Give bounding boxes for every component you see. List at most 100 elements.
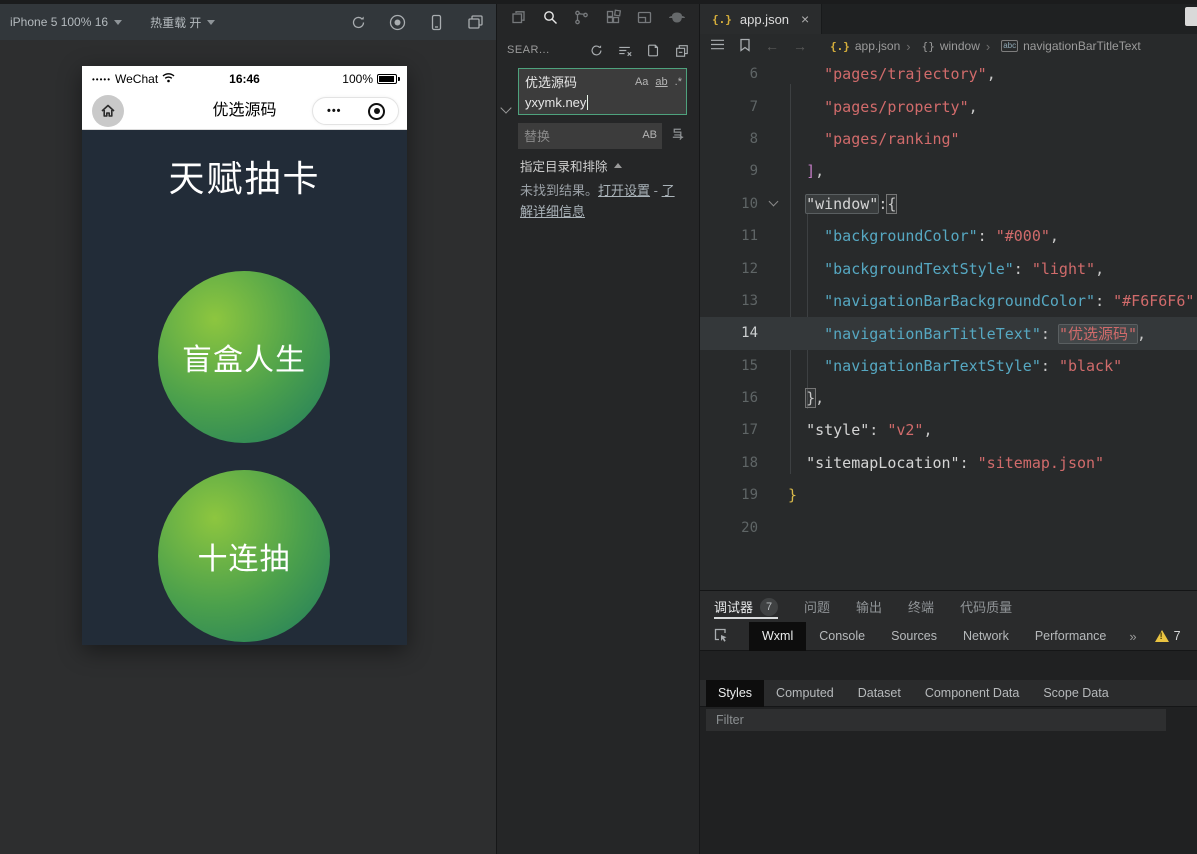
outline-list-icon[interactable] bbox=[710, 38, 725, 54]
search-query-line2: yxymk.ney bbox=[525, 95, 586, 110]
simulator-toolbar: iPhone 5 100% 16 热重载 开 bbox=[0, 4, 496, 40]
collapse-all-icon[interactable] bbox=[674, 43, 689, 58]
debugger-panel: 调试器7 问题输出终端代码质量 WxmlConsoleSourcesNetwork… bbox=[700, 590, 1197, 854]
json-file-icon: {.} bbox=[712, 13, 732, 26]
explorer-icon[interactable] bbox=[510, 9, 527, 31]
tab-app-json[interactable]: {.} app.json × bbox=[700, 4, 822, 34]
forward-arrow-icon[interactable]: → bbox=[793, 38, 807, 54]
debugger-tab[interactable]: 代码质量 bbox=[960, 591, 1012, 622]
code-line: 13 "navigationBarBackgroundColor": "#F6F… bbox=[700, 285, 1197, 317]
debugger-tab[interactable]: 输出 bbox=[856, 591, 882, 622]
inspector-tab[interactable]: Styles bbox=[706, 680, 764, 707]
code-line: 11 "backgroundColor": "#000", bbox=[700, 220, 1197, 252]
draw-button-ten[interactable]: 十连抽 bbox=[158, 470, 330, 642]
code-line: 6 "pages/trajectory", bbox=[700, 58, 1197, 90]
code-editor: {.} app.json × ← → {.} app.json {} wi bbox=[700, 0, 1197, 590]
window-top-strip bbox=[0, 0, 1197, 4]
hot-reload-selector[interactable]: 热重载 开 bbox=[150, 14, 215, 31]
code-line: 8 "pages/ranking" bbox=[700, 123, 1197, 155]
more-tabs-icon[interactable]: » bbox=[1129, 629, 1136, 644]
search-query-line1: 优选源码 bbox=[525, 72, 577, 91]
text-cursor bbox=[587, 95, 588, 110]
inspector-tab[interactable]: Component Data bbox=[913, 680, 1032, 707]
line-number: 10 bbox=[700, 196, 758, 212]
refresh-search-icon[interactable] bbox=[589, 43, 604, 58]
stop-icon[interactable] bbox=[389, 14, 406, 31]
back-arrow-icon[interactable]: ← bbox=[765, 38, 779, 54]
string-property-icon: abc bbox=[1001, 40, 1018, 52]
code-line: 9 ], bbox=[700, 155, 1197, 187]
devtools-tab[interactable]: Performance bbox=[1022, 622, 1120, 651]
devtools-tab[interactable]: Network bbox=[950, 622, 1022, 651]
code-line: 19} bbox=[700, 479, 1197, 511]
code-line: 14 "navigationBarTitleText": "优选源码", bbox=[700, 317, 1197, 349]
source-control-icon[interactable] bbox=[573, 9, 590, 31]
toggle-replace-button[interactable] bbox=[500, 102, 511, 113]
inspector-tab[interactable]: Computed bbox=[764, 680, 846, 707]
phone-icon[interactable] bbox=[428, 14, 445, 31]
phone-status-bar: ••••• WeChat 16:46 100% bbox=[82, 66, 407, 92]
debugger-tab[interactable]: 终端 bbox=[908, 591, 934, 622]
editor-tab-bar: {.} app.json × bbox=[700, 4, 1197, 34]
phone-simulator: ••••• WeChat 16:46 100% 优选源码 ••• bbox=[82, 66, 407, 645]
styles-filter-input[interactable] bbox=[706, 709, 1166, 731]
open-settings-link[interactable]: 打开设置 bbox=[598, 183, 650, 198]
whole-word-toggle[interactable]: ab bbox=[655, 76, 667, 88]
device-selector[interactable]: iPhone 5 100% 16 bbox=[10, 15, 122, 29]
inspector-tab[interactable]: Scope Data bbox=[1031, 680, 1120, 707]
code-line: 10 "window":{ bbox=[700, 188, 1197, 220]
extensions-icon[interactable] bbox=[605, 9, 622, 31]
exit-target-button[interactable] bbox=[356, 103, 399, 120]
search-input[interactable]: 优选源码 Aa ab .* yxymk.ney bbox=[518, 68, 687, 115]
more-menu-button[interactable]: ••• bbox=[313, 105, 356, 117]
bookmark-icon[interactable] bbox=[739, 38, 751, 55]
device-selector-label: iPhone 5 100% 16 bbox=[10, 15, 108, 29]
inspector-tab[interactable]: Dataset bbox=[846, 680, 913, 707]
debugger-tab[interactable]: 调试器7 bbox=[714, 591, 778, 622]
match-case-toggle[interactable]: Aa bbox=[635, 76, 648, 88]
devtools-tab[interactable]: Sources bbox=[878, 622, 950, 651]
multi-window-icon[interactable] bbox=[467, 14, 484, 31]
replace-input[interactable] bbox=[518, 123, 662, 149]
tab-badge: 7 bbox=[760, 598, 778, 616]
regex-toggle[interactable]: .* bbox=[675, 76, 682, 88]
close-tab-icon[interactable]: × bbox=[801, 11, 809, 27]
search-icon[interactable] bbox=[542, 9, 559, 31]
replace-row: AB bbox=[518, 123, 687, 149]
draw-button-blindbox[interactable]: 盲盒人生 bbox=[158, 271, 330, 443]
line-number: 6 bbox=[700, 66, 758, 82]
refresh-icon[interactable] bbox=[350, 14, 367, 31]
code-viewport[interactable]: 6 "pages/trajectory",7 "pages/property",… bbox=[700, 58, 1197, 590]
devtools-tab[interactable]: Wxml bbox=[749, 622, 806, 651]
preserve-case-toggle[interactable]: AB bbox=[642, 129, 657, 141]
line-number: 16 bbox=[700, 390, 758, 406]
breadcrumb-object[interactable]: {} window bbox=[906, 39, 980, 54]
devtools-tab[interactable]: Console bbox=[806, 622, 878, 651]
target-icon bbox=[368, 103, 385, 120]
split-editor-icon[interactable] bbox=[1185, 7, 1197, 26]
line-number: 19 bbox=[700, 487, 758, 503]
line-number: 9 bbox=[700, 163, 758, 179]
new-search-editor-icon[interactable] bbox=[646, 43, 661, 58]
search-sidebar: SEAR... 优选源码 Aa ab .* yxymk.ney bbox=[497, 0, 700, 854]
breadcrumb-property[interactable]: abc navigationBarTitleText bbox=[986, 39, 1141, 54]
json-file-icon: {.} bbox=[830, 40, 850, 53]
files-to-include-toggle[interactable]: 指定目录和排除 bbox=[520, 156, 622, 175]
code-line: 18 "sitemapLocation": "sitemap.json" bbox=[700, 447, 1197, 479]
clear-results-icon[interactable] bbox=[617, 43, 633, 58]
debugger-tab[interactable]: 问题 bbox=[804, 591, 830, 622]
breadcrumb-file[interactable]: {.} app.json bbox=[830, 39, 900, 53]
simulator-panel: iPhone 5 100% 16 热重载 开 ••••• WeChat bbox=[0, 0, 497, 854]
replace-all-icon[interactable] bbox=[670, 126, 686, 147]
inspect-element-icon[interactable] bbox=[712, 626, 729, 646]
styles-filter-row bbox=[700, 707, 1197, 733]
line-number: 13 bbox=[700, 293, 758, 309]
line-number: 20 bbox=[700, 520, 758, 536]
wxml-element-tree[interactable] bbox=[700, 651, 1197, 680]
teapot-icon[interactable] bbox=[668, 10, 686, 30]
fold-chevron-icon[interactable] bbox=[768, 197, 778, 207]
warnings-indicator[interactable]: 7 bbox=[1155, 629, 1181, 643]
capsule-menu[interactable]: ••• bbox=[312, 97, 399, 125]
layout-panel-icon[interactable] bbox=[636, 9, 653, 31]
breadcrumb: ← → {.} app.json {} window abc navigatio… bbox=[700, 34, 1197, 58]
